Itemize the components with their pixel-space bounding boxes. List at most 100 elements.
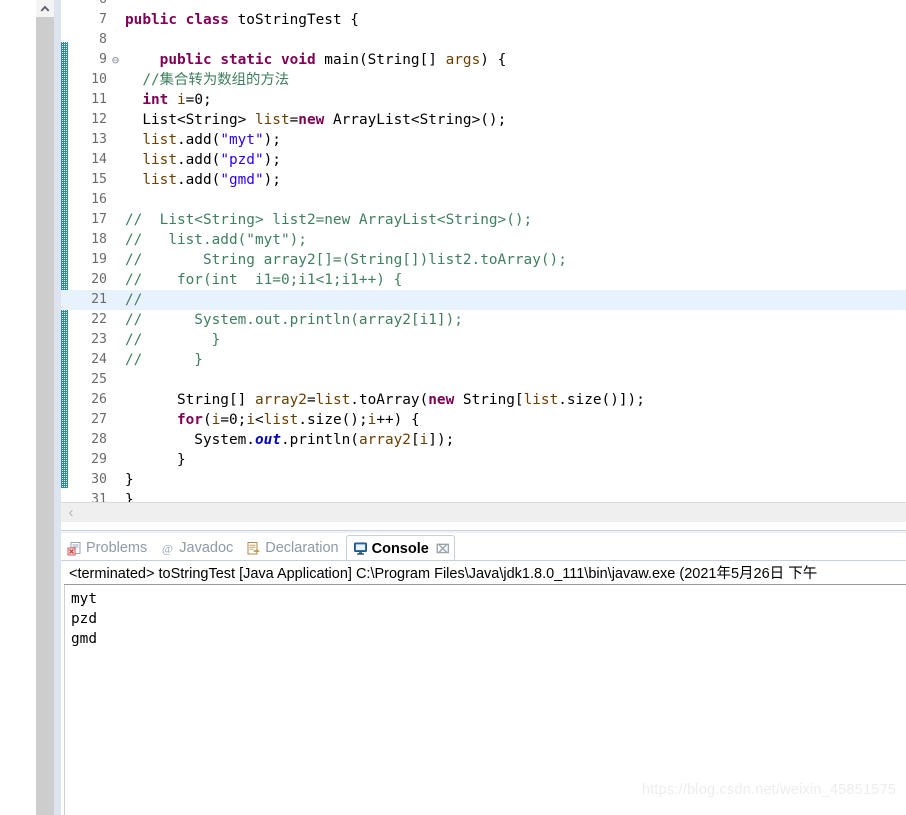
code-text: } xyxy=(125,492,134,502)
line-number: 28 xyxy=(91,432,107,447)
java-code-editor[interactable]: 6 7 public class toStringTest { 8 9⊖ public … xyxy=(61,0,906,522)
line-number: 19 xyxy=(91,252,107,267)
code-text: list.add("myt"); xyxy=(142,132,281,148)
line-number: 31 xyxy=(91,492,107,502)
editor-horizontal-scrollbar[interactable]: ‹ xyxy=(61,502,906,522)
tab-label: Console xyxy=(371,540,429,557)
console-launch-header: <terminated> toStringTest [Java Applicat… xyxy=(69,565,818,582)
line-number: 26 xyxy=(91,392,107,407)
code-line[interactable]: 23 // } xyxy=(61,330,906,350)
tab-declaration[interactable]: Declaration xyxy=(240,535,345,561)
code-text: } xyxy=(125,472,134,488)
line-number: 30 xyxy=(91,472,107,487)
horizontal-scroll-track[interactable] xyxy=(81,503,906,523)
code-text: // } xyxy=(125,332,221,348)
tab-close-icon[interactable]: ⌧ xyxy=(436,542,450,556)
svg-text:@: @ xyxy=(162,541,173,555)
window-vertical-scrollbar[interactable] xyxy=(36,0,54,815)
code-text: list.add("pzd"); xyxy=(142,152,281,168)
tab-label: Declaration xyxy=(265,540,339,556)
code-text: for(i=0;i<list.size();i++) { xyxy=(176,412,420,428)
code-viewport[interactable]: 6 7 public class toStringTest { 8 9⊖ public … xyxy=(61,0,906,502)
eclipse-window: 6 7 public class toStringTest { 8 9⊖ public … xyxy=(0,0,906,815)
declaration-icon xyxy=(246,541,261,556)
code-text: } xyxy=(125,452,186,468)
code-line[interactable]: 7 public class toStringTest { xyxy=(61,10,906,30)
code-text: public class toStringTest { xyxy=(125,12,359,28)
line-number: 8 xyxy=(99,32,107,47)
line-number: 17 xyxy=(91,212,107,227)
code-line[interactable]: 20 // for(int i1=0;i1<1;i1++) { xyxy=(61,270,906,290)
line-number: 22 xyxy=(91,312,107,327)
line-number: 24 xyxy=(91,352,107,367)
code-text: int i=0; xyxy=(142,92,212,108)
tab-label: Problems xyxy=(86,540,148,556)
line-number: 13 xyxy=(91,132,107,147)
code-text: // List<String> list2=new ArrayList<Stri… xyxy=(125,212,533,228)
code-line[interactable]: 29 } xyxy=(61,450,906,470)
code-line[interactable]: 11 int i=0; xyxy=(61,90,906,110)
line-number: 20 xyxy=(91,272,107,287)
code-text: // String array2[]=(String[])list2.toArr… xyxy=(125,252,567,268)
view-tab-bar[interactable]: Problems @ Javadoc Declaration Console ⌧ xyxy=(61,533,906,561)
code-line[interactable]: 30} xyxy=(61,470,906,490)
console-icon xyxy=(353,541,368,556)
code-text: List<String> list=new ArrayList<String>(… xyxy=(125,112,507,128)
code-text: // System.out.println(array2[i1]); xyxy=(125,312,463,328)
code-line[interactable]: 15 list.add("gmd"); xyxy=(61,170,906,190)
code-line[interactable]: 24 // } xyxy=(61,350,906,370)
line-number: 12 xyxy=(91,112,107,127)
code-text: //集合转为数组的方法 xyxy=(125,72,290,88)
code-text: // xyxy=(125,292,143,308)
tab-problems[interactable]: Problems xyxy=(61,535,154,561)
line-number: 6 xyxy=(61,0,109,10)
code-line[interactable]: 14 list.add("pzd"); xyxy=(61,150,906,170)
code-line[interactable]: 26 String[] array2=list.toArray(new Stri… xyxy=(61,390,906,410)
code-line[interactable]: 19 // String array2[]=(String[])list2.toA… xyxy=(61,250,906,270)
code-text: String[] array2=list.toArray(new String[… xyxy=(125,392,645,408)
console-output-line: pzd xyxy=(71,611,97,627)
line-number: 11 xyxy=(91,92,107,107)
line-number: 29 xyxy=(91,452,107,467)
line-number: 23 xyxy=(91,332,107,347)
bottom-view-panel: Problems @ Javadoc Declaration Console ⌧ <ter… xyxy=(61,530,906,815)
console-output[interactable]: myt pzd gmd xyxy=(64,585,906,815)
code-line[interactable]: 21 // xyxy=(61,290,906,310)
code-line[interactable]: 10 //集合转为数组的方法 xyxy=(61,70,906,90)
scrollbar-thumb[interactable] xyxy=(36,17,54,815)
code-line[interactable]: 17 // List<String> list2=new ArrayList<St… xyxy=(61,210,906,230)
line-number: 14 xyxy=(91,152,107,167)
code-line[interactable]: 12 List<String> list=new ArrayList<Strin… xyxy=(61,110,906,130)
tab-javadoc[interactable]: @ Javadoc xyxy=(154,535,240,561)
line-number: 7 xyxy=(99,12,107,27)
code-line[interactable]: 13 list.add("myt"); xyxy=(61,130,906,150)
code-line[interactable]: 8 xyxy=(61,30,906,50)
code-line[interactable]: 25 xyxy=(61,370,906,390)
scrollbar-rail-accent xyxy=(54,0,61,815)
code-text: // } xyxy=(125,352,203,368)
fold-collapse-icon[interactable]: ⊖ xyxy=(109,50,122,70)
code-text: list.add("gmd"); xyxy=(142,172,281,188)
code-line[interactable]: 31} xyxy=(61,490,906,502)
line-number: 21 xyxy=(91,292,107,307)
line-number: 25 xyxy=(91,372,107,387)
line-number: 16 xyxy=(91,192,107,207)
line-number: 10 xyxy=(91,72,107,87)
code-text: // list.add("myt"); xyxy=(125,232,307,248)
problems-icon xyxy=(67,541,82,556)
code-text: System.out.println(array2[i]); xyxy=(125,432,455,448)
code-line[interactable]: 16 xyxy=(61,190,906,210)
code-line[interactable]: 22 // System.out.println(array2[i1]); xyxy=(61,310,906,330)
console-output-line: gmd xyxy=(71,631,97,647)
code-line[interactable]: 28 System.out.println(array2[i]); xyxy=(61,430,906,450)
scroll-left-arrow-icon[interactable]: ‹ xyxy=(61,505,81,520)
code-line[interactable]: 9 ⊖ public static void main(String[] args… xyxy=(61,50,906,70)
code-line[interactable]: 18 // list.add("myt"); xyxy=(61,230,906,250)
tab-console[interactable]: Console ⌧ xyxy=(345,535,455,561)
code-line[interactable]: 27 for(i=0;i<list.size();i++) { xyxy=(61,410,906,430)
console-output-line: myt xyxy=(71,591,97,607)
scroll-up-arrow-icon[interactable] xyxy=(36,0,54,17)
line-number: 18 xyxy=(91,232,107,247)
code-line[interactable]: 6 xyxy=(61,0,906,10)
line-number: 9 xyxy=(99,52,107,67)
